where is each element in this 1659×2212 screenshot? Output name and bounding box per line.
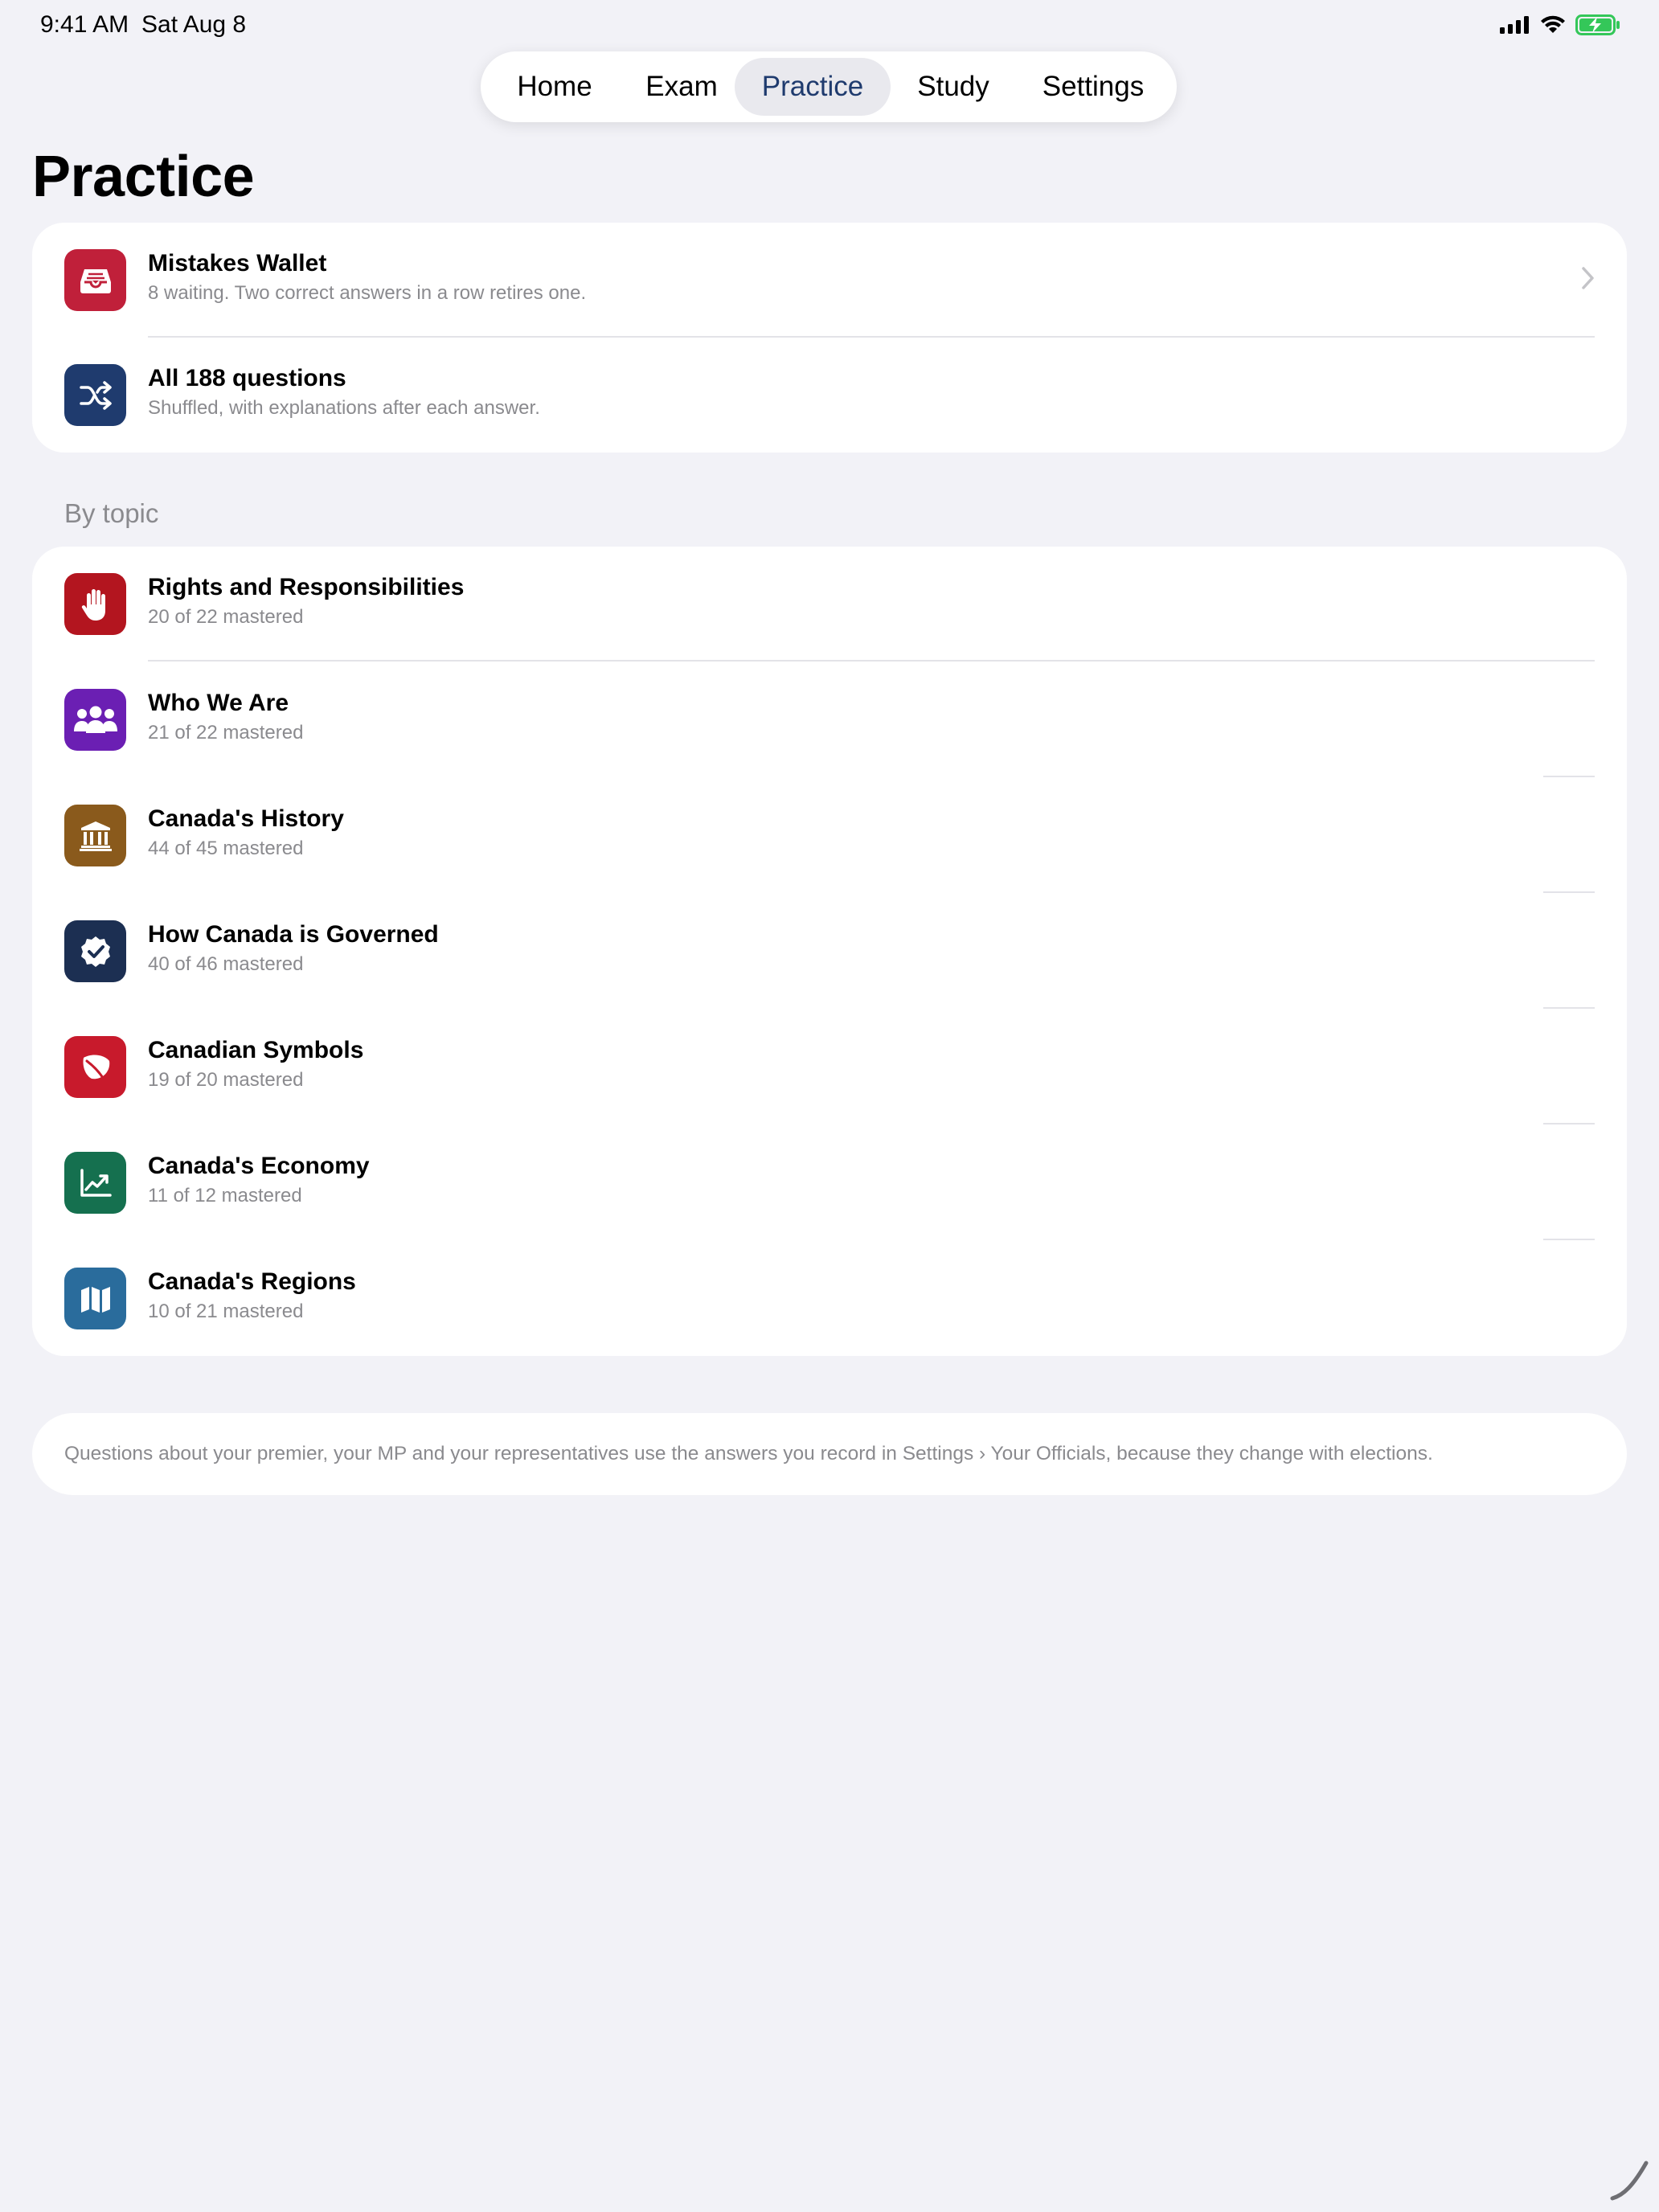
chart-line-uptrend-icon [64,1152,126,1214]
row-subtitle: 8 waiting. Two correct answers in a row … [148,282,587,304]
all-questions-row[interactable]: All 188 questions Shuffled, with explana… [32,338,1627,453]
divider [1543,1239,1595,1240]
topic-row-regions[interactable]: Canada's Regions 10 of 21 mastered [32,1241,1627,1357]
building-columns-icon [64,805,126,866]
topic-row-symbols[interactable]: Canadian Symbols 19 of 20 mastered [32,1010,1627,1125]
people-icon [64,689,126,751]
row-title: Canadian Symbols [148,1037,364,1063]
divider [1543,1007,1595,1009]
tab-settings[interactable]: Settings [1024,58,1162,116]
cellular-signal-icon [1500,16,1530,38]
row-subtitle: Shuffled, with explanations after each a… [148,397,540,419]
row-subtitle: 11 of 12 mastered [148,1185,302,1206]
row-title: Mistakes Wallet [148,250,327,276]
page-title: Practice [32,145,255,209]
checkmark-seal-icon [64,920,126,982]
divider [1543,776,1595,777]
row-subtitle: 44 of 45 mastered [148,838,304,859]
pencil-hint-icon [1608,2158,1653,2207]
topic-row-economy[interactable]: Canada's Economy 11 of 12 mastered [32,1125,1627,1241]
divider [148,660,1595,662]
section-header-by-topic: By topic [64,498,159,528]
row-subtitle: 10 of 21 mastered [148,1301,304,1322]
top-tab-bar: Home Exam Practice Study Settings [481,51,1177,122]
row-subtitle: 40 of 46 mastered [148,953,304,975]
row-title: Who We Are [148,690,289,716]
row-title: Rights and Responsibilities [148,574,465,600]
row-subtitle: 19 of 20 mastered [148,1069,304,1091]
tray-icon [64,249,126,311]
status-date: Sat Aug 8 [141,11,247,38]
topic-row-who-we-are[interactable]: Who We Are 21 of 22 mastered [32,662,1627,778]
row-title: All 188 questions [148,365,346,391]
quick-actions-card: Mistakes Wallet 8 waiting. Two correct a… [32,223,1627,453]
divider [1543,891,1595,893]
status-bar: 9:41 AM Sat Aug 8 [0,0,1659,51]
mistakes-wallet-row[interactable]: Mistakes Wallet 8 waiting. Two correct a… [32,223,1627,338]
row-title: How Canada is Governed [148,921,439,948]
row-title: Canada's Regions [148,1268,356,1295]
tab-home[interactable]: Home [498,58,611,116]
topic-row-governed[interactable]: How Canada is Governed 40 of 46 mastered [32,894,1627,1010]
tab-study[interactable]: Study [900,58,1006,116]
footnote-card: Questions about your premier, your MP an… [32,1413,1627,1495]
map-icon [64,1268,126,1329]
wifi-icon [1540,15,1566,39]
hand-icon [64,573,126,635]
chevron-right-icon [1580,265,1596,295]
leaf-icon [64,1036,126,1098]
row-title: Canada's Economy [148,1153,370,1179]
battery-charging-icon [1575,14,1620,39]
topics-card: Rights and Responsibilities 20 of 22 mas… [32,547,1627,1356]
status-icons [1500,14,1620,39]
row-subtitle: 21 of 22 mastered [148,722,304,743]
footnote-text: Questions about your premier, your MP an… [64,1443,1433,1464]
row-title: Canada's History [148,805,344,832]
tab-exam[interactable]: Exam [625,58,738,116]
topic-row-history[interactable]: Canada's History 44 of 45 mastered [32,778,1627,894]
row-subtitle: 20 of 22 mastered [148,606,304,628]
topic-row-rights[interactable]: Rights and Responsibilities 20 of 22 mas… [32,547,1627,662]
status-time: 9:41 AM [40,11,129,38]
shuffle-icon [64,364,126,426]
tab-practice[interactable]: Practice [735,58,891,116]
divider [1543,1123,1595,1124]
